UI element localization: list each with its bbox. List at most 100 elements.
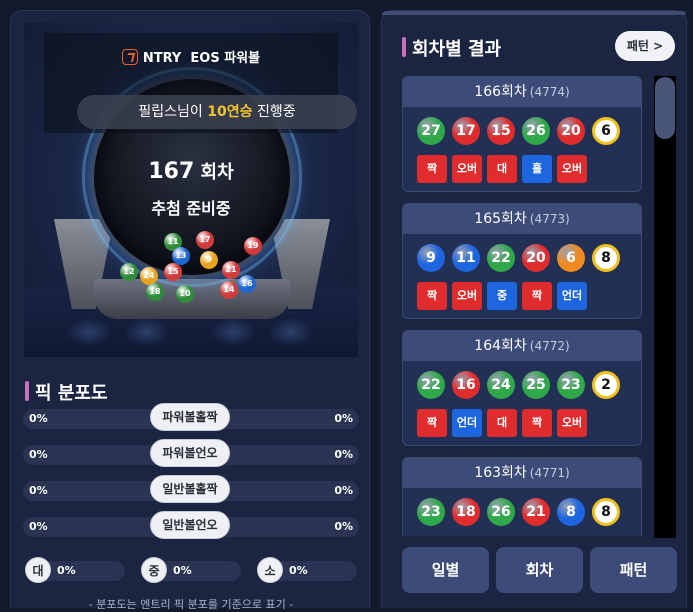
number-ball: 15 <box>487 117 515 145</box>
number-ball: 18 <box>452 498 480 526</box>
number-ball: 20 <box>522 244 550 272</box>
distribution-title: 픽 분포도 <box>25 379 108 405</box>
round-header: 165회차 (4773) <box>403 204 641 234</box>
view-tabs: 일별 회차 패턴 <box>402 547 682 593</box>
distribution-label: 일반볼언오 <box>150 511 230 539</box>
number-ball: 6 <box>557 244 585 272</box>
distribution-right-value: 0% <box>334 520 353 533</box>
number-ball: 9 <box>417 244 445 272</box>
stage-spotlight <box>210 317 256 347</box>
streak-count: 10연승 <box>207 104 253 120</box>
globe-ball: 19 <box>244 237 262 255</box>
number-ball: 20 <box>557 117 585 145</box>
scrollbar[interactable] <box>654 76 676 538</box>
globe-ball: 21 <box>222 261 240 279</box>
round-label: 164회차 <box>474 338 527 354</box>
globe-ball: 9 <box>200 251 218 269</box>
streak-suffix: 진행중 <box>252 104 296 120</box>
current-round: 167 회차 <box>24 158 358 184</box>
round-sub-label: (4773) <box>529 212 570 226</box>
round-result-card: 165회차 (4773) 9 11 22 20 6 8 짝 오버 중 짝 언더 <box>402 203 642 319</box>
globe-ball: 12 <box>120 263 138 281</box>
streak-banner: 필립스님이 10연승 진행중 <box>77 95 357 129</box>
size-value: 0% <box>57 564 76 577</box>
distribution-label: 파워볼홀짝 <box>150 403 230 431</box>
distribution-bar: 0% 일반볼홀짝 0% <box>23 475 359 503</box>
number-ball: 27 <box>417 117 445 145</box>
number-ball: 23 <box>557 371 585 399</box>
result-tag: 짝 <box>522 282 552 310</box>
size-badge: 중 <box>141 557 167 583</box>
draw-status: 추첨 준비중 <box>151 199 231 218</box>
number-ball: 22 <box>487 244 515 272</box>
size-badge: 소 <box>257 557 283 583</box>
round-header: 164회차 (4772) <box>403 331 641 361</box>
powerball-ball: 2 <box>592 371 620 399</box>
scrollbar-thumb[interactable] <box>655 77 675 139</box>
results-list[interactable]: 166회차 (4774) 27 17 15 26 20 6 짝 오버 대 홀 오버 165회차 (4773)… <box>402 76 642 536</box>
size-distribution-large: 대 0% <box>25 557 125 583</box>
number-ball: 11 <box>452 244 480 272</box>
number-ball: 24 <box>487 371 515 399</box>
distribution-label: 파워볼언오 <box>150 439 230 467</box>
round-header: 163회차 (4771) <box>403 458 641 488</box>
number-ball: 22 <box>417 371 445 399</box>
round-label: 165회차 <box>474 211 527 227</box>
round-label: 163회차 <box>474 465 527 481</box>
current-round-number: 167 <box>148 159 195 184</box>
distribution-left-value: 0% <box>29 448 48 461</box>
round-sub-label: (4772) <box>529 339 570 353</box>
round-result-card: 164회차 (4772) 22 16 24 25 23 2 짝 언더 대 짝 오버 <box>402 330 642 446</box>
globe-ball: 16 <box>238 275 256 293</box>
result-tag: 중 <box>487 282 517 310</box>
globe-ball: 10 <box>176 285 194 303</box>
result-tag: 오버 <box>452 282 482 310</box>
result-tag: 오버 <box>557 155 587 183</box>
size-badge: 대 <box>25 557 51 583</box>
distribution-bar: 0% 파워볼언오 0% <box>23 439 359 467</box>
game-header: NTRY EOS 파워볼 필립스님이 10연승 진행중 <box>44 33 357 133</box>
number-ball: 26 <box>487 498 515 526</box>
size-value: 0% <box>173 564 192 577</box>
results-panel: 회차별 결과 패턴 > 166회차 (4774) 27 17 15 26 20 6 짝 오버 대 홀 오… <box>381 10 687 608</box>
stage-spotlight <box>124 317 170 347</box>
number-ball: 17 <box>452 117 480 145</box>
powerball-ball: 6 <box>592 117 620 145</box>
stage-spotlight <box>268 317 314 347</box>
size-distribution-medium: 중 0% <box>141 557 241 583</box>
globe-ball: 14 <box>220 281 238 299</box>
daily-button[interactable]: 일별 <box>402 547 489 593</box>
result-tag: 짝 <box>417 282 447 310</box>
round-result-card: 163회차 (4771) 23 18 26 21 8 8 <box>402 457 642 536</box>
result-tag: 짝 <box>522 409 552 437</box>
brand-logo-text: NTRY <box>142 51 182 66</box>
panel-top-accent <box>382 11 686 15</box>
round-button[interactable]: 회차 <box>496 547 583 593</box>
distribution-right-value: 0% <box>334 484 353 497</box>
round-sub-label: (4771) <box>529 466 570 480</box>
distribution-bar: 0% 파워볼홀짝 0% <box>23 403 359 431</box>
results-title: 회차별 결과 <box>402 35 501 61</box>
globe-ball: 15 <box>164 263 182 281</box>
result-tag: 짝 <box>417 409 447 437</box>
result-tag: 대 <box>487 409 517 437</box>
result-tag: 언더 <box>557 282 587 310</box>
number-ball: 16 <box>452 371 480 399</box>
distribution-label: 일반볼홀짝 <box>150 475 230 503</box>
result-tag: 짝 <box>417 155 447 183</box>
distribution-note: - 분포도는 엔트리 픽 분포를 기준으로 표기 - <box>88 598 294 611</box>
number-ball: 26 <box>522 117 550 145</box>
result-tag: 오버 <box>557 409 587 437</box>
distribution-left-value: 0% <box>29 412 48 425</box>
game-title: EOS 파워볼 <box>190 51 261 66</box>
pattern-button[interactable]: 패턴 > <box>615 31 675 61</box>
result-tag: 언더 <box>452 409 482 437</box>
size-value: 0% <box>289 564 308 577</box>
round-label: 166회차 <box>474 84 527 100</box>
pattern-tab-button[interactable]: 패턴 <box>590 547 677 593</box>
round-result-card: 166회차 (4774) 27 17 15 26 20 6 짝 오버 대 홀 오버 <box>402 76 642 192</box>
number-ball: 21 <box>522 498 550 526</box>
result-tag: 홀 <box>522 155 552 183</box>
result-tag: 대 <box>487 155 517 183</box>
ntry-logo-icon <box>121 49 138 65</box>
